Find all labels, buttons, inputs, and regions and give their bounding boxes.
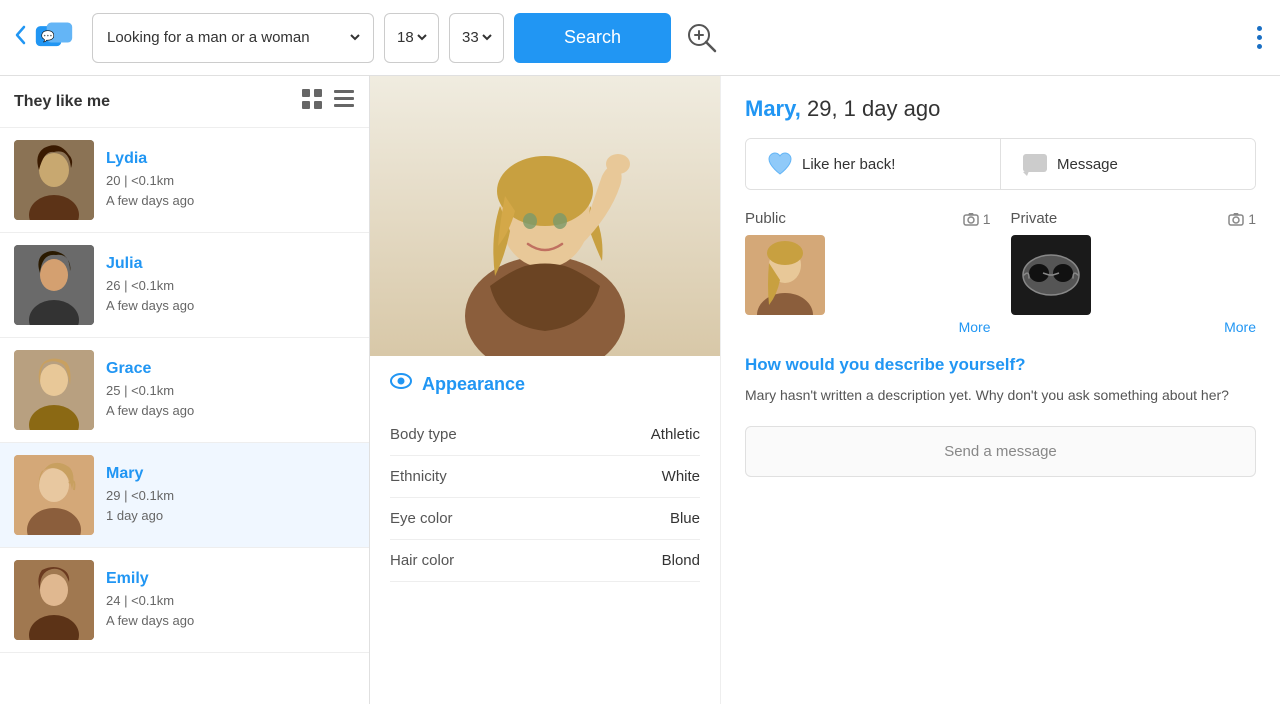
grid-view-button[interactable]: [301, 88, 323, 115]
svg-text:💬: 💬: [41, 29, 55, 42]
profile-info-emily: Emily 24 | <0.1km A few days ago: [106, 570, 355, 630]
age-min-dropdown[interactable]: 18: [384, 13, 439, 63]
profile-name-link[interactable]: Mary,: [745, 96, 801, 121]
body-type-row: Body type Athletic: [390, 414, 700, 456]
more-private-link[interactable]: More: [1011, 319, 1257, 335]
sidebar: They like me: [0, 76, 370, 704]
zoom-button[interactable]: [681, 17, 723, 59]
message-button[interactable]: Message: [1001, 139, 1255, 189]
profile-photo-area: Appearance Body type Athletic Ethnicity …: [370, 76, 720, 704]
eye-color-value: Blue: [670, 510, 700, 527]
profile-info-grace: Grace 25 | <0.1km A few days ago: [106, 360, 355, 420]
header: 💬 Looking for a man or a woman Looking f…: [0, 0, 1280, 76]
appearance-title: Appearance: [422, 374, 525, 395]
age-max-select[interactable]: 33: [458, 28, 495, 47]
list-view-button[interactable]: [333, 88, 355, 115]
heart-icon: [766, 151, 794, 177]
profile-item-emily[interactable]: Emily 24 | <0.1km A few days ago: [0, 548, 369, 653]
profile-meta-mary: 29 | <0.1km 1 day ago: [106, 486, 355, 525]
gender-filter-select[interactable]: Looking for a man or a woman Looking for…: [103, 28, 363, 47]
profile-item-mary[interactable]: Mary 29 | <0.1km 1 day ago: [0, 443, 369, 548]
search-button[interactable]: Search: [514, 13, 671, 63]
more-public-link[interactable]: More: [745, 319, 991, 335]
profile-meta-julia: 26 | <0.1km A few days ago: [106, 276, 355, 315]
description-section: How would you describe yourself? Mary ha…: [745, 355, 1256, 406]
public-label: Public: [745, 210, 786, 227]
profile-name-grace: Grace: [106, 360, 355, 378]
appearance-header: Appearance: [390, 372, 700, 396]
profile-meta-lydia: 20 | <0.1km A few days ago: [106, 171, 355, 210]
hair-color-row: Hair color Blond: [390, 540, 700, 582]
action-buttons: Like her back! Message: [745, 138, 1256, 190]
avatar-lydia: [14, 140, 94, 220]
eye-color-row: Eye color Blue: [390, 498, 700, 540]
private-photo-thumb[interactable]: [1011, 235, 1091, 315]
app-logo: 💬: [34, 20, 74, 56]
profile-info-lydia: Lydia 20 | <0.1km A few days ago: [106, 150, 355, 210]
public-count: 1: [963, 211, 991, 227]
profile-item-lydia[interactable]: Lydia 20 | <0.1km A few days ago: [0, 128, 369, 233]
profile-item-julia[interactable]: Julia 26 | <0.1km A few days ago: [0, 233, 369, 338]
camera-icon-public: [963, 212, 979, 226]
avatar-mary: [14, 455, 94, 535]
main-photo: [370, 76, 720, 356]
gender-filter-dropdown[interactable]: Looking for a man or a woman Looking for…: [92, 13, 374, 63]
body-type-label: Body type: [390, 426, 457, 443]
profile-detail: Mary, 29, 1 day ago Like her back! Messa…: [720, 76, 1280, 704]
logo-area: 💬: [12, 20, 74, 56]
desc-question: How would you describe yourself?: [745, 355, 1256, 375]
desc-text: Mary hasn't written a description yet. W…: [745, 385, 1256, 406]
profile-name-emily: Emily: [106, 570, 355, 588]
profile-detail-name: Mary, 29, 1 day ago: [745, 96, 1256, 122]
camera-icon-private: [1228, 212, 1244, 226]
ethnicity-row: Ethnicity White: [390, 456, 700, 498]
right-panel: Appearance Body type Athletic Ethnicity …: [370, 76, 1280, 704]
profile-name-lydia: Lydia: [106, 150, 355, 168]
age-min-select[interactable]: 18: [393, 28, 430, 47]
avatar-grace: [14, 350, 94, 430]
profile-meta-grace: 25 | <0.1km A few days ago: [106, 381, 355, 420]
ethnicity-label: Ethnicity: [390, 468, 447, 485]
sidebar-title: They like me: [14, 93, 110, 111]
profile-info-mary: Mary 29 | <0.1km 1 day ago: [106, 465, 355, 525]
private-photos-header: Private 1: [1011, 210, 1257, 227]
menu-button[interactable]: [1251, 20, 1268, 55]
photos-row: Public 1: [745, 210, 1256, 335]
age-max-dropdown[interactable]: 33: [449, 13, 504, 63]
hair-color-value: Blond: [662, 552, 700, 569]
message-icon: [1021, 151, 1049, 177]
body-type-value: Athletic: [651, 426, 700, 443]
profile-item-grace[interactable]: Grace 25 | <0.1km A few days ago: [0, 338, 369, 443]
public-photo-thumb[interactable]: [745, 235, 825, 315]
like-back-button[interactable]: Like her back!: [746, 139, 1001, 189]
sidebar-header: They like me: [0, 76, 369, 128]
hair-color-label: Hair color: [390, 552, 454, 569]
profile-age-since: 29, 1 day ago: [807, 96, 940, 121]
profile-info-julia: Julia 26 | <0.1km A few days ago: [106, 255, 355, 315]
main-layout: They like me: [0, 76, 1280, 704]
avatar-julia: [14, 245, 94, 325]
back-button[interactable]: [12, 24, 30, 52]
private-photos-group: Private 1: [1011, 210, 1257, 335]
private-count: 1: [1228, 211, 1256, 227]
appearance-section: Appearance Body type Athletic Ethnicity …: [370, 356, 720, 704]
ethnicity-value: White: [662, 468, 700, 485]
profile-name-julia: Julia: [106, 255, 355, 273]
private-label: Private: [1011, 210, 1058, 227]
mask-icon: [1021, 250, 1081, 300]
profile-meta-emily: 24 | <0.1km A few days ago: [106, 591, 355, 630]
avatar-emily: [14, 560, 94, 640]
public-photos-header: Public 1: [745, 210, 991, 227]
eye-color-label: Eye color: [390, 510, 453, 527]
appearance-icon: [390, 372, 412, 396]
view-toggle: [301, 88, 355, 115]
profile-name-mary: Mary: [106, 465, 355, 483]
send-message-input[interactable]: Send a message: [745, 426, 1256, 477]
public-photos-group: Public 1: [745, 210, 991, 335]
